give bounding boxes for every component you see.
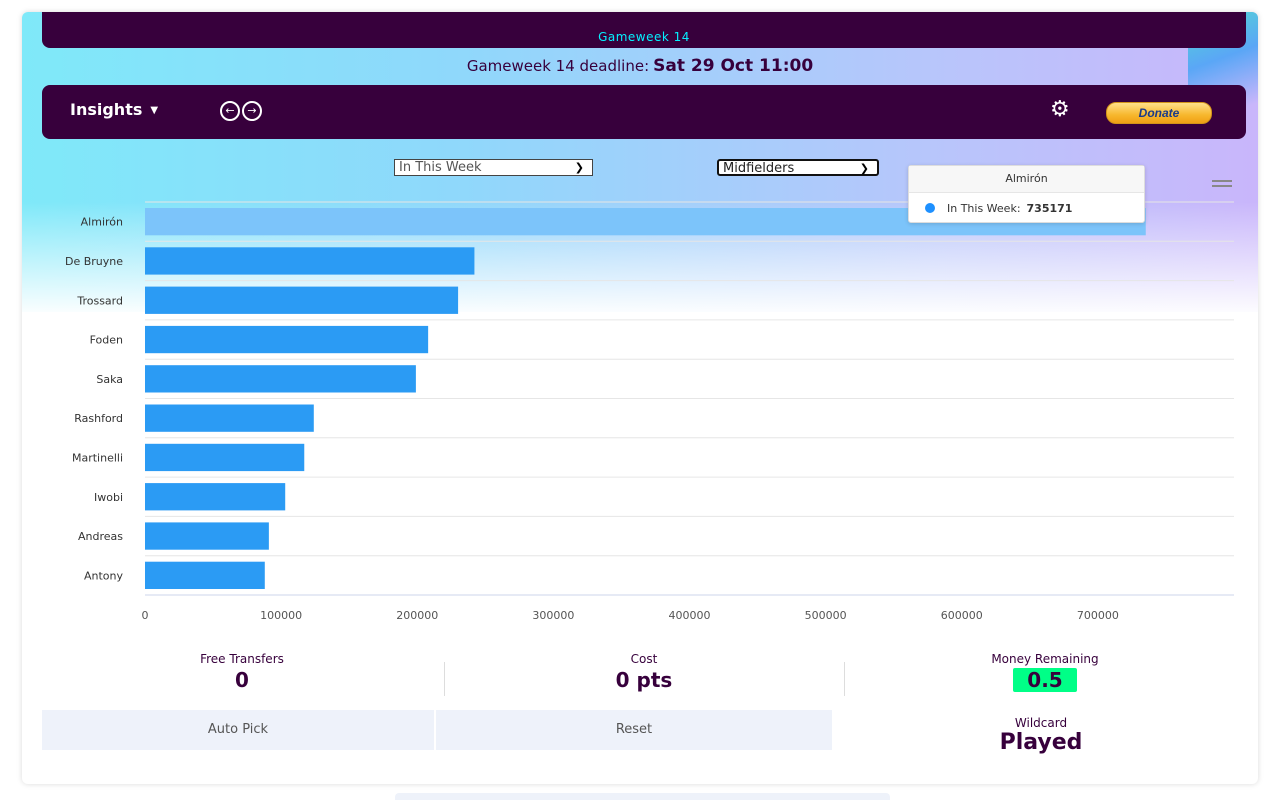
- tick-label: 300000: [532, 609, 574, 622]
- category-label: Antony: [84, 569, 124, 582]
- nav-arrows: ← →: [220, 101, 264, 121]
- auto-pick-button[interactable]: Auto Pick: [42, 710, 434, 750]
- bar: [145, 561, 265, 589]
- bar: [145, 483, 286, 511]
- bar: [145, 522, 269, 550]
- money-remaining-value: 0.5: [1013, 668, 1077, 692]
- wildcard-status: Wildcard Played: [978, 716, 1104, 755]
- tooltip-title: Almirón: [909, 166, 1144, 193]
- bar: [145, 443, 305, 472]
- insights-menu-label: Insights: [70, 100, 143, 119]
- reset-button[interactable]: Reset: [436, 710, 832, 750]
- position-select[interactable]: Midfielders ❯: [717, 159, 879, 176]
- category-label: Trossard: [76, 294, 123, 307]
- tick-label: 700000: [1077, 609, 1119, 622]
- gameweek-banner: Gameweek 14: [42, 12, 1246, 48]
- bar: [145, 325, 429, 354]
- free-transfers-value: 0: [235, 668, 249, 692]
- category-label: De Bruyne: [65, 255, 123, 268]
- tick-label: 400000: [669, 609, 711, 622]
- chart-tooltip: Almirón In This Week: 735171: [908, 165, 1145, 223]
- stat-divider: [444, 662, 445, 696]
- tooltip-series-label: In This Week:: [947, 202, 1021, 215]
- bottom-tab-strip: [395, 793, 890, 800]
- action-buttons: Auto Pick Reset: [42, 710, 832, 750]
- bar: [145, 247, 475, 275]
- bar: [145, 404, 314, 432]
- category-label: Almirón: [81, 216, 123, 229]
- bar: [145, 365, 416, 393]
- series-dot-icon: [925, 203, 935, 213]
- navbar: Insights ▼ ← → ⚙ Donate: [42, 85, 1246, 139]
- arrow-left-icon[interactable]: ←: [220, 101, 240, 121]
- period-select-value: In This Week: [399, 160, 482, 175]
- category-label: Foden: [90, 334, 123, 347]
- category-label: Rashford: [74, 412, 123, 425]
- category-label: Iwobi: [94, 491, 123, 504]
- category-label: Andreas: [78, 530, 123, 543]
- cost-value: 0 pts: [615, 668, 673, 692]
- category-label: Martinelli: [72, 451, 123, 464]
- gameweek-banner-label: Gameweek 14: [598, 30, 690, 44]
- money-remaining-stat: Money Remaining 0.5: [940, 652, 1150, 692]
- wildcard-value: Played: [999, 730, 1083, 755]
- tick-label: 200000: [396, 609, 438, 622]
- tick-label: 100000: [260, 609, 302, 622]
- chart-menu-icon[interactable]: [1212, 180, 1232, 190]
- money-remaining-label: Money Remaining: [991, 652, 1099, 666]
- tick-label: 600000: [941, 609, 983, 622]
- deadline: Gameweek 14 deadline: Sat 29 Oct 11:00: [22, 56, 1258, 76]
- cost-label: Cost: [630, 652, 658, 666]
- tick-label: 500000: [805, 609, 847, 622]
- deadline-label: Gameweek 14 deadline:: [466, 57, 650, 75]
- bar: [145, 286, 459, 314]
- period-select[interactable]: In This Week ❯: [394, 159, 593, 176]
- wildcard-label: Wildcard: [1014, 716, 1068, 730]
- tooltip-row: In This Week: 735171: [909, 193, 1144, 215]
- arrow-right-icon[interactable]: →: [242, 101, 262, 121]
- stat-divider: [844, 662, 845, 696]
- chevron-down-icon: ❯: [859, 162, 869, 175]
- donate-button[interactable]: Donate: [1106, 102, 1212, 124]
- tooltip-value: 735171: [1026, 202, 1073, 215]
- cost-stat: Cost 0 pts: [544, 652, 744, 692]
- chevron-down-icon: ❯: [574, 161, 584, 174]
- insights-menu[interactable]: Insights ▼: [70, 100, 158, 119]
- free-transfers-stat: Free Transfers 0: [142, 652, 342, 692]
- category-label: Saka: [96, 373, 123, 386]
- tick-label: 0: [142, 609, 149, 622]
- bar-chart: Almirón De Bruyne Trossard Foden Saka Rashfor…: [65, 201, 1234, 622]
- gear-icon[interactable]: ⚙: [1050, 97, 1070, 122]
- deadline-value: Sat 29 Oct 11:00: [653, 56, 814, 76]
- free-transfers-label: Free Transfers: [200, 652, 284, 666]
- caret-down-icon: ▼: [150, 105, 159, 116]
- main-card: Gameweek 14 Gameweek 14 deadline: Sat 29 …: [22, 12, 1258, 784]
- position-select-value: Midfielders: [723, 161, 795, 176]
